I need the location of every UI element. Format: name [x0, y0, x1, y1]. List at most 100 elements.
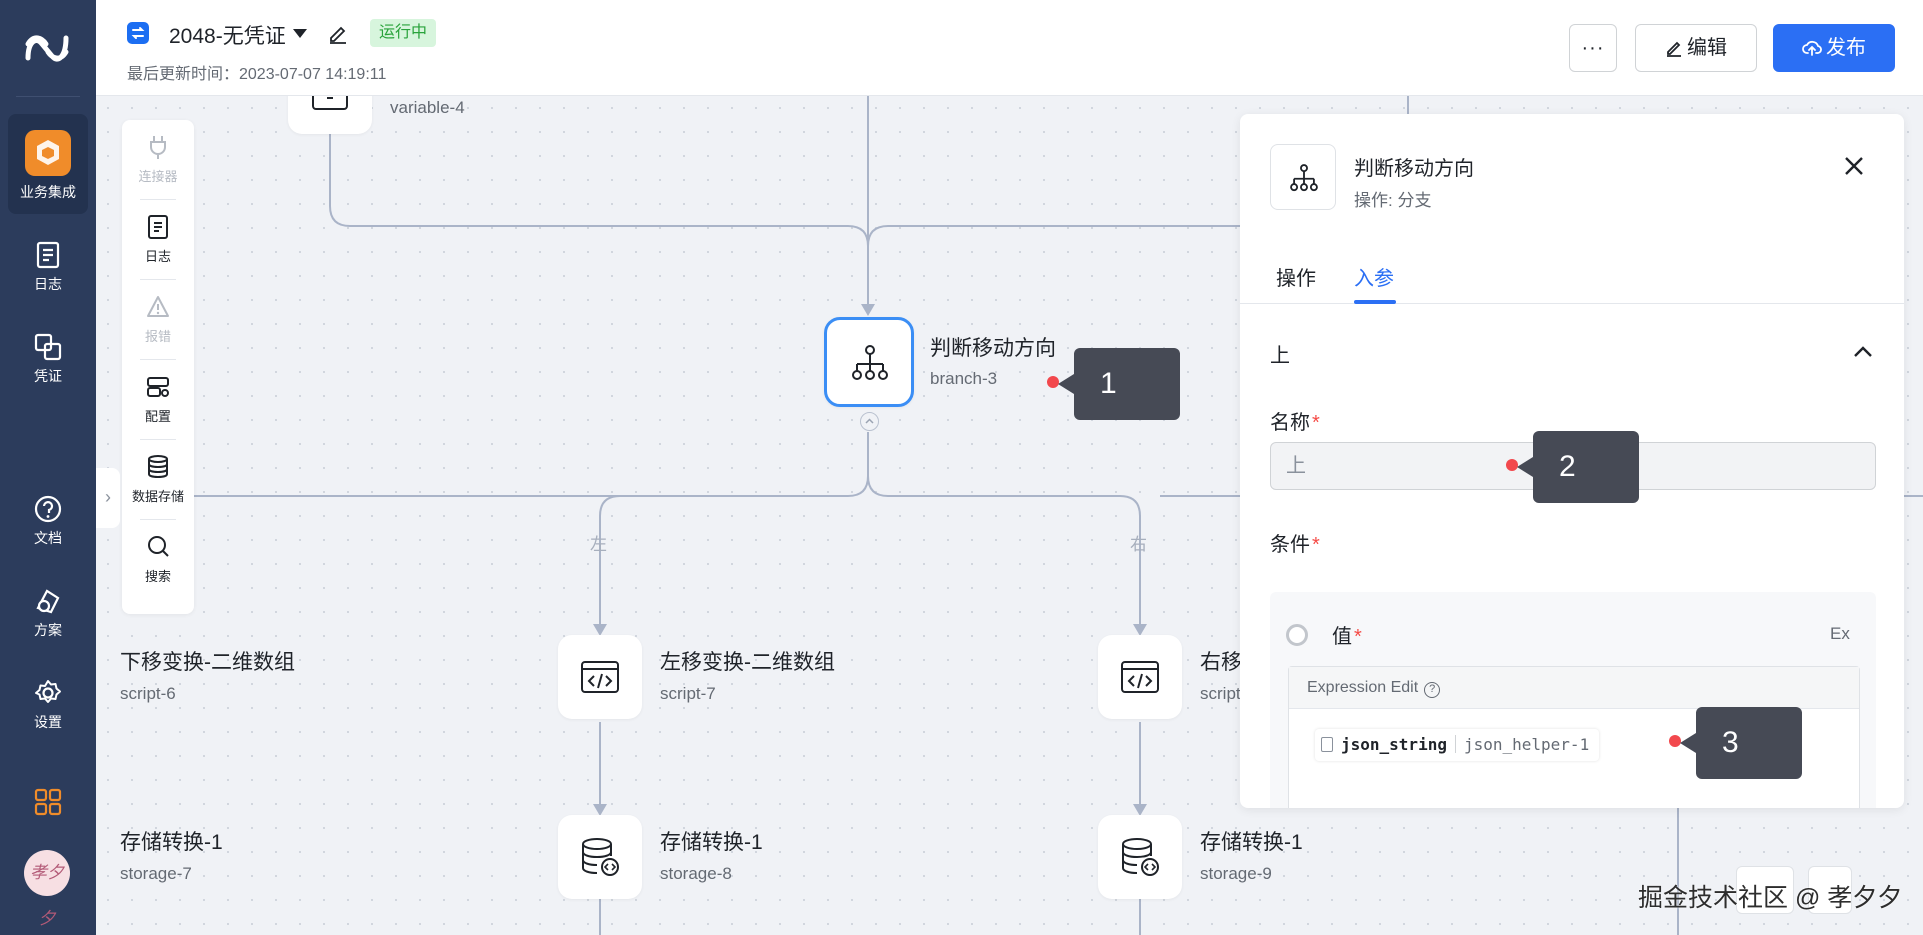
search-icon — [148, 536, 169, 557]
tool-config[interactable]: 配置 — [122, 360, 194, 440]
config-icon — [147, 377, 169, 397]
node-sub: script-7 — [660, 684, 716, 703]
callout-badge: 3 — [1680, 707, 1802, 779]
tool-label: 报错 — [144, 329, 171, 344]
tab-input-params[interactable]: 入参 — [1354, 262, 1394, 291]
gear-icon — [35, 680, 61, 703]
edit-button[interactable]: 编辑 — [1635, 24, 1757, 72]
status-badge: 运行中 — [370, 19, 437, 47]
tool-search[interactable]: 搜索 — [122, 520, 194, 600]
panel-subtitle: 操作: 分支 — [1354, 191, 1432, 210]
tool-label: 搜索 — [144, 569, 171, 584]
callout-badge: 2 — [1517, 431, 1639, 503]
required-mark: * — [1312, 412, 1320, 434]
node-title: 右移 — [1200, 651, 1242, 674]
node-title[interactable]: 存储转换-1 — [120, 826, 223, 856]
app-logo-icon[interactable] — [24, 28, 70, 68]
node-sub: storage-9 — [1200, 864, 1272, 883]
code-icon — [1121, 661, 1159, 693]
node-sub: script — [1200, 684, 1241, 703]
nav-label: 文档 — [34, 530, 62, 546]
solution-icon — [36, 589, 60, 614]
database-icon — [582, 838, 619, 876]
node-storage-9[interactable] — [1098, 815, 1182, 899]
edit-label: 编辑 — [1687, 37, 1727, 59]
publish-button[interactable]: 发布 — [1773, 24, 1895, 72]
avatar[interactable]: 孝夕夕 — [24, 850, 70, 929]
top-header: 2048-无凭证 运行中 最后更新时间：2023-07-07 14:19:11 … — [96, 0, 1923, 96]
edit-icon — [1667, 41, 1681, 57]
section-title: 上 — [1270, 345, 1290, 367]
value-label: 值 * — [1332, 620, 1362, 649]
close-icon[interactable] — [1842, 154, 1866, 178]
more-button[interactable]: ··· — [1569, 24, 1617, 72]
document-icon — [1321, 737, 1333, 752]
panel-tabs: 操作 入参 — [1240, 244, 1904, 304]
chevron-up-icon[interactable] — [1852, 344, 1874, 360]
nav-item-credential[interactable]: 凭证 — [8, 322, 88, 394]
tool-error[interactable]: 报错 — [122, 280, 194, 360]
node-title: 存储转换-1 — [660, 831, 763, 854]
condition-field-label: 条件 * — [1270, 528, 1320, 557]
edge-label-left: 左 — [590, 535, 607, 554]
expression-header: Expression Edit? — [1289, 667, 1859, 709]
database-icon — [1122, 838, 1159, 876]
expand-panel-button[interactable]: › — [96, 468, 120, 528]
expression-toggle[interactable]: Ex — [1830, 624, 1850, 644]
log-icon — [148, 215, 168, 239]
condition-label-text: 条件 — [1270, 534, 1310, 556]
tool-connector[interactable]: 连接器 — [122, 120, 194, 200]
chip-ref: json_helper-1 — [1463, 735, 1590, 754]
tool-label: 日志 — [144, 249, 171, 264]
nav-divider — [16, 96, 80, 97]
edge-label-right: 右 — [1130, 535, 1147, 554]
last-updated-text: 最后更新时间：2023-07-07 14:19:11 — [127, 66, 387, 83]
name-field-label: 名称 * — [1270, 406, 1320, 435]
nav-item-solution[interactable]: 方案 — [8, 576, 88, 648]
panel-title: 判断移动方向 — [1354, 158, 1474, 180]
nav-label: 业务集成 — [20, 184, 76, 200]
expression-chip[interactable]: json_string json_helper-1 — [1315, 729, 1600, 761]
credential-icon — [34, 333, 62, 361]
nav-item-settings[interactable]: 设置 — [8, 668, 88, 740]
chip-key: json_string — [1341, 735, 1447, 754]
cloud-upload-icon — [1802, 40, 1822, 56]
database-icon — [148, 455, 168, 479]
tool-label: 连接器 — [138, 169, 178, 184]
code-icon — [581, 661, 619, 693]
node-sub: branch-3 — [930, 369, 998, 388]
rename-pencil-icon[interactable] — [327, 22, 349, 44]
tab-operation[interactable]: 操作 — [1276, 262, 1316, 291]
callout-badge: 1 — [1058, 348, 1180, 420]
node-title: 左移变换-二维数组 — [660, 651, 835, 674]
chip-divider — [1454, 735, 1456, 753]
apps-grid-icon[interactable] — [34, 788, 62, 816]
tool-datastore[interactable]: 数据存储 — [122, 440, 194, 520]
flow-icon — [127, 22, 149, 44]
help-icon[interactable]: ? — [1424, 682, 1441, 698]
tool-log[interactable]: 日志 — [122, 200, 194, 280]
chevron-down-icon[interactable] — [293, 29, 307, 38]
plug-icon — [150, 136, 166, 159]
node-sub: variable-4 — [390, 98, 465, 117]
nav-label: 凭证 — [34, 368, 62, 384]
node-branch[interactable] — [824, 317, 914, 407]
required-mark: * — [1354, 626, 1362, 648]
collapse-branch-icon[interactable] — [860, 412, 879, 431]
active-tab-indicator — [1354, 300, 1396, 304]
page-title: 2048-无凭证 — [169, 25, 286, 48]
nav-item-log[interactable]: 日志 — [8, 230, 88, 302]
nav-item-business[interactable]: 业务集成 — [8, 114, 88, 214]
node-storage-8[interactable] — [558, 815, 642, 899]
node-script-left[interactable] — [558, 635, 642, 719]
nav-item-docs[interactable]: 文档 — [8, 484, 88, 556]
watermark: 掘金技术社区 @ 孝夕夕 — [1638, 884, 1903, 912]
node-title: 判断移动方向 — [930, 337, 1056, 360]
nav-label: 设置 — [34, 714, 62, 730]
node-title[interactable]: 下移变换-二维数组 — [120, 646, 295, 676]
value-radio[interactable] — [1286, 624, 1308, 646]
publish-label: 发布 — [1826, 37, 1866, 59]
log-icon — [36, 241, 60, 269]
node-script-right[interactable] — [1098, 635, 1182, 719]
node-sub: storage-7 — [120, 864, 192, 883]
